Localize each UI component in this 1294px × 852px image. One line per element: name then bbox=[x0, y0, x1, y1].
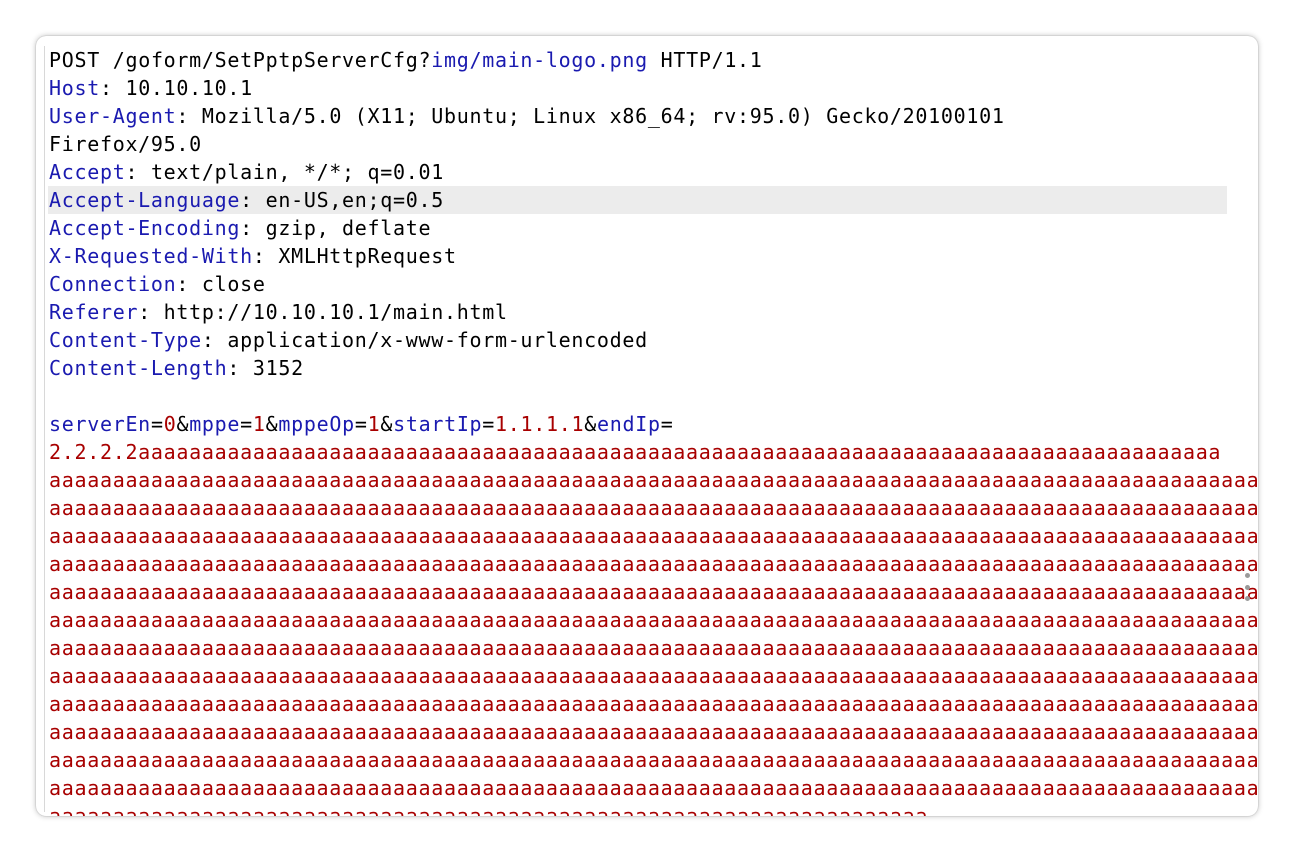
header-row: Connection: close bbox=[49, 272, 266, 296]
header-row: Accept-Encoding: gzip, deflate bbox=[49, 216, 432, 240]
request-query: img/main-logo.png bbox=[431, 48, 648, 72]
header-name: Connection bbox=[49, 272, 177, 296]
body-payload-line: 2.2.2.2aaaaaaaaaaaaaaaaaaaaaaaaaaaaaaaaa… bbox=[49, 440, 1222, 464]
header-row: X-Requested-With: XMLHttpRequest bbox=[49, 244, 457, 268]
body-payload: 2.2.2.2aaaaaaaaaaaaaaaaaaaaaaaaaaaaaaaaa… bbox=[49, 438, 1258, 816]
header-value: application/x-www-form-urlencoded bbox=[227, 328, 648, 352]
header-value: text/plain, */*; q=0.01 bbox=[150, 160, 444, 184]
kebab-dot bbox=[1244, 596, 1250, 601]
gutter-divider bbox=[44, 46, 45, 812]
header-list: Host: 10.10.10.1 User-Agent: Mozilla/5.0 … bbox=[48, 74, 1229, 382]
request-method: POST bbox=[49, 48, 100, 72]
param-value: 0 bbox=[163, 412, 177, 436]
param-name: mppeOp bbox=[278, 412, 355, 436]
header-name: Content-Type bbox=[49, 328, 202, 352]
body-payload-line: aaaaaaaaaaaaaaaaaaaaaaaaaaaaaaaaaaaaaaaa… bbox=[49, 608, 1258, 632]
header-name: Accept bbox=[49, 160, 126, 184]
param-value: 1.1.1.1 bbox=[495, 412, 585, 436]
header-value: http://10.10.10.1/main.html bbox=[163, 300, 508, 324]
body-payload-line: aaaaaaaaaaaaaaaaaaaaaaaaaaaaaaaaaaaaaaaa… bbox=[49, 776, 1258, 800]
header-value: gzip, deflate bbox=[265, 216, 432, 240]
header-value: 3152 bbox=[252, 356, 304, 380]
header-value: Firefox/95.0 bbox=[49, 132, 202, 156]
blank-separator bbox=[49, 382, 1229, 410]
body-payload-line: aaaaaaaaaaaaaaaaaaaaaaaaaaaaaaaaaaaaaaaa… bbox=[49, 748, 1258, 772]
kebab-dot bbox=[1244, 584, 1250, 590]
body-payload-line: aaaaaaaaaaaaaaaaaaaaaaaaaaaaaaaaaaaaaaaa… bbox=[49, 692, 1258, 716]
param-name: mppe bbox=[189, 412, 241, 436]
param-name: endIp bbox=[596, 412, 661, 436]
header-row: Accept: text/plain, */*; q=0.01 bbox=[49, 160, 444, 184]
request-line: POST /goform/SetPptpServerCfg?img/main-l… bbox=[49, 46, 1229, 74]
body-payload-line: aaaaaaaaaaaaaaaaaaaaaaaaaaaaaaaaaaaaaaaa… bbox=[49, 552, 1258, 576]
kebab-vertical-icon[interactable] bbox=[1244, 573, 1250, 601]
body-payload-line: aaaaaaaaaaaaaaaaaaaaaaaaaaaaaaaaaaaaaaaa… bbox=[49, 804, 929, 816]
body-payload-line: aaaaaaaaaaaaaaaaaaaaaaaaaaaaaaaaaaaaaaaa… bbox=[49, 720, 1258, 744]
header-value: Mozilla/5.0 (X11; Ubuntu; Linux x86_64; … bbox=[201, 104, 1005, 128]
header-row: Accept-Language: en-US,en;q=0.5 bbox=[48, 186, 1227, 214]
header-name: Accept-Encoding bbox=[49, 216, 241, 240]
kebab-dot bbox=[1244, 573, 1250, 578]
header-name: X-Requested-With bbox=[49, 244, 253, 268]
header-value: en-US,en;q=0.5 bbox=[265, 188, 444, 212]
param-name: startIp bbox=[393, 412, 483, 436]
body-payload-line: aaaaaaaaaaaaaaaaaaaaaaaaaaaaaaaaaaaaaaaa… bbox=[49, 636, 1258, 660]
header-value: 10.10.10.1 bbox=[125, 76, 253, 100]
body-payload-line: aaaaaaaaaaaaaaaaaaaaaaaaaaaaaaaaaaaaaaaa… bbox=[49, 664, 1258, 688]
header-value: XMLHttpRequest bbox=[278, 244, 457, 268]
header-name: User-Agent bbox=[49, 104, 177, 128]
body-payload-line: aaaaaaaaaaaaaaaaaaaaaaaaaaaaaaaaaaaaaaaa… bbox=[49, 580, 1258, 604]
request-editor[interactable]: POST /goform/SetPptpServerCfg?img/main-l… bbox=[48, 46, 1258, 816]
body-payload-line: aaaaaaaaaaaaaaaaaaaaaaaaaaaaaaaaaaaaaaaa… bbox=[49, 524, 1258, 548]
header-row: User-Agent: Mozilla/5.0 (X11; Ubuntu; Li… bbox=[49, 104, 1005, 128]
header-name: Content-Length bbox=[49, 356, 228, 380]
header-row: Host: 10.10.10.1 bbox=[49, 76, 253, 100]
header-row: Content-Length: 3152 bbox=[49, 356, 304, 380]
header-name: Accept-Language bbox=[49, 188, 241, 212]
header-name: Host bbox=[49, 76, 100, 100]
param-name: serverEn bbox=[49, 412, 151, 436]
header-name: Referer bbox=[49, 300, 139, 324]
param-value: 1 bbox=[252, 412, 266, 436]
param-value: 1 bbox=[367, 412, 381, 436]
header-row: Content-Type: application/x-www-form-url… bbox=[49, 328, 648, 352]
request-version: HTTP/1.1 bbox=[660, 48, 763, 72]
header-value: close bbox=[201, 272, 266, 296]
body-payload-line: aaaaaaaaaaaaaaaaaaaaaaaaaaaaaaaaaaaaaaaa… bbox=[49, 468, 1258, 492]
body-payload-line: aaaaaaaaaaaaaaaaaaaaaaaaaaaaaaaaaaaaaaaa… bbox=[49, 496, 1258, 520]
http-request-editor-window: POST /goform/SetPptpServerCfg?img/main-l… bbox=[36, 36, 1258, 816]
body-params-line: serverEn=0&mppe=1&mppeOp=1&startIp=1.1.1… bbox=[49, 412, 674, 436]
request-path: /goform/SetPptpServerCfg? bbox=[112, 48, 432, 72]
header-row: Firefox/95.0 bbox=[49, 130, 1229, 158]
header-row: Referer: http://10.10.10.1/main.html bbox=[49, 300, 508, 324]
